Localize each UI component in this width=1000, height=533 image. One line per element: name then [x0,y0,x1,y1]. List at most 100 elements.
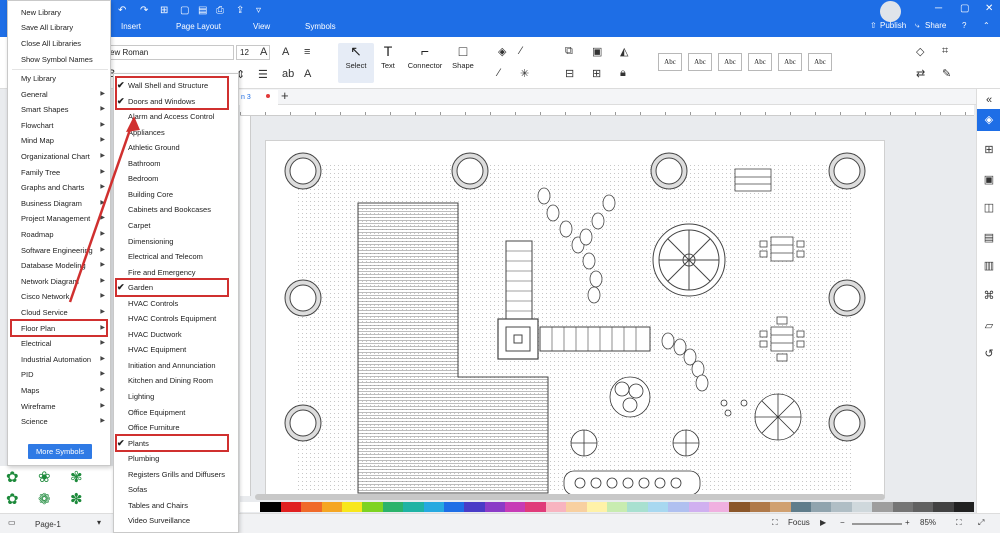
comment-panel-icon[interactable]: ▱ [977,315,1000,337]
arrange-icon[interactable]: ⧉ [565,45,573,58]
library-category-item[interactable]: My Library [8,71,110,86]
share-button[interactable]: Share [925,21,946,30]
floor-plan-library-item[interactable]: Sofas [114,482,238,497]
close-icon[interactable]: ✕ [985,3,993,14]
text-background-icon[interactable]: ab [282,68,294,80]
undo-icon[interactable]: ↶ [118,5,126,16]
drawing-page[interactable] [265,140,885,496]
floor-plan-library-item[interactable]: HVAC Ductwork [114,327,238,342]
align-objects-icon[interactable]: ⊟ [565,67,574,80]
style-preset-4[interactable]: Abc [748,53,772,71]
page-selector[interactable]: Page-1 [35,520,61,529]
tab-page-layout[interactable]: Page Layout [176,22,221,31]
fit-page-icon[interactable]: ⛶ [956,518,962,528]
fill-panel-icon[interactable]: ◈ [977,109,1000,131]
floor-plan-library-item[interactable]: Kitchen and Dining Room [114,373,238,388]
open-icon[interactable]: ▢ [180,5,189,16]
save-icon[interactable]: ▤ [198,5,207,16]
flip-icon[interactable]: ◭ [620,45,628,58]
network-panel-icon[interactable]: ⌘ [977,285,1000,307]
minimize-icon[interactable]: ─ [935,3,942,14]
style-preset-5[interactable]: Abc [778,53,802,71]
library-category-item[interactable]: Wireframe ▶ [8,399,110,414]
zoom-level[interactable]: 85% [920,518,936,527]
floor-plan-library-item[interactable]: Video Surveillance [114,513,238,528]
floor-plan-library-item[interactable]: Lighting [114,389,238,404]
library-menu-item[interactable]: Close All Libraries [8,36,110,51]
history-panel-icon[interactable]: ↺ [977,343,1000,365]
text-tool[interactable]: T Text [370,43,406,70]
style-preset-3[interactable]: Abc [718,53,742,71]
zoom-out-icon[interactable]: − [840,518,845,527]
publish-button[interactable]: Publish [880,21,906,30]
effects-icon[interactable]: ✳ [520,67,529,80]
grid-panel-icon[interactable]: ⊞ [977,139,1000,161]
zoom-slider[interactable] [852,523,902,525]
page-dropdown-icon[interactable]: ▾ [97,518,101,527]
plant-symbol-icon[interactable]: ✿ [6,490,19,508]
color-palette[interactable] [240,502,975,512]
fullscreen-icon[interactable]: ⤢ [978,518,984,528]
floor-plan-library-item[interactable]: Tables and Chairs [114,498,238,513]
page-view-icon[interactable]: ▭ [8,518,16,527]
shape-tool[interactable]: □ Shape [445,43,481,70]
grow-font-icon[interactable]: A [260,46,267,58]
library-category-item[interactable]: Industrial Automation ▶ [8,352,110,367]
tools-icon[interactable]: ✎ [942,67,951,80]
floor-plan-library-item[interactable]: Registers Grills and Diffusers [114,467,238,482]
style-preset-1[interactable]: Abc [658,53,682,71]
line-style-icon[interactable]: ⁄ [498,67,500,79]
collapse-icon[interactable]: « [977,89,1000,111]
distribute-icon[interactable]: ⊞ [592,67,601,80]
expand-icon[interactable]: ⌃ [983,21,990,30]
line-icon[interactable]: ⁄ [520,45,522,57]
bullets-icon[interactable]: ☰ [258,68,268,81]
export-icon[interactable]: ⇪ [236,5,244,16]
page-panel-icon[interactable]: ▤ [977,227,1000,249]
zoom-in-icon[interactable]: + [905,518,910,527]
image-panel-icon[interactable]: ▣ [977,169,1000,191]
crop-icon[interactable]: ⌗ [942,45,948,58]
floor-plan-library-item[interactable]: HVAC Equipment [114,342,238,357]
maximize-icon[interactable]: ▢ [960,3,969,14]
library-category-item[interactable]: PID ▶ [8,367,110,382]
print-icon[interactable]: ⎙ [216,5,224,16]
floor-plan-library-item[interactable]: Initiation and Annunciation [114,358,238,373]
play-icon[interactable]: ▶ [820,518,826,527]
library-category-item[interactable]: Maps ▶ [8,383,110,398]
redo-icon[interactable]: ↷ [140,5,148,16]
connector-tool[interactable]: ⌐ Connector [407,43,443,70]
new-icon[interactable]: ⊞ [160,5,168,16]
align-icon[interactable]: ≡ [304,46,310,58]
plant-symbol-icon[interactable]: ✿ [6,468,19,486]
horizontal-scrollbar[interactable] [255,494,885,500]
document-tab[interactable]: n 3 [238,90,278,105]
select-tool[interactable]: ↖ Select [338,43,374,83]
shrink-font-icon[interactable]: A [282,46,289,58]
library-menu-item[interactable]: New Library [8,5,110,20]
replace-icon[interactable]: ⇄ [916,67,925,80]
fill-icon[interactable]: ◈ [498,45,506,58]
focus-icon[interactable]: ⛶ [772,518,778,528]
tab-symbols[interactable]: Symbols [305,22,336,31]
plant-symbol-icon[interactable]: ✾ [70,468,83,486]
library-category-item[interactable]: Science ▶ [8,414,110,429]
group-icon[interactable]: ▣ [592,45,602,58]
paint-icon[interactable]: ◇ [916,45,924,58]
library-category-item[interactable]: General ▶ [8,87,110,102]
layers-panel-icon[interactable]: ◫ [977,197,1000,219]
help-icon[interactable]: ? [962,21,966,30]
add-tab-icon[interactable]: + [281,88,289,103]
plant-symbol-icon[interactable]: ✽ [70,490,83,508]
drawing-canvas[interactable] [252,116,974,496]
floor-plan-library-item[interactable]: Plumbing [114,451,238,466]
plant-symbol-icon[interactable]: ❁ [38,490,51,508]
avatar[interactable] [880,1,901,22]
focus-button[interactable]: Focus [788,518,810,527]
data-panel-icon[interactable]: ▥ [977,255,1000,277]
tab-view[interactable]: View [253,22,270,31]
font-color-icon[interactable]: A [304,68,311,80]
font-name-field[interactable]: ew Roman [106,45,234,60]
lock-icon[interactable]: 🔒︎ [620,67,626,80]
style-preset-6[interactable]: Abc [808,53,832,71]
